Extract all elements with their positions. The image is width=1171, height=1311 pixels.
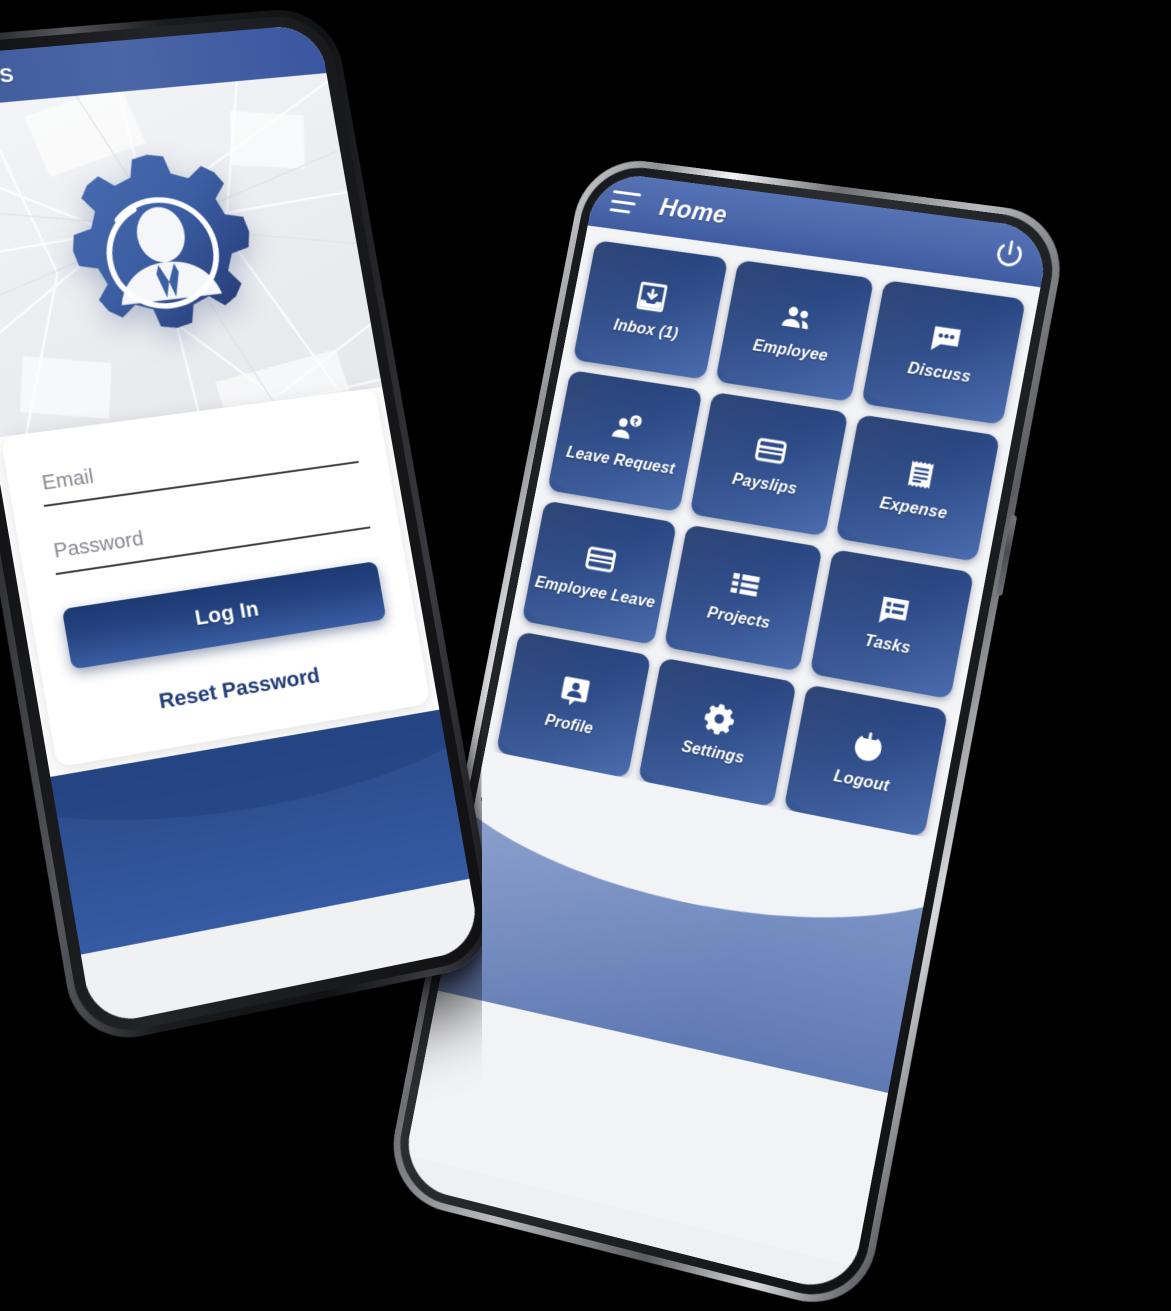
- tile-discuss[interactable]: Discuss: [861, 280, 1026, 425]
- reset-password-link[interactable]: Reset Password: [78, 652, 396, 728]
- tile-label: Leave Request: [565, 443, 677, 478]
- credit-card-icon: [751, 431, 790, 469]
- gear-icon: [700, 699, 739, 739]
- password-field-wrap: [50, 495, 371, 576]
- tile-expense[interactable]: Expense: [835, 414, 1001, 562]
- mockup-stage: HRMS Email Log In Reset Password Home In…: [0, 0, 1171, 1311]
- tile-label: Expense: [878, 494, 949, 523]
- power-icon: [848, 727, 888, 767]
- people-group-icon: [777, 298, 816, 336]
- tile-label: Inbox (1): [612, 316, 680, 343]
- login-hero: [0, 73, 383, 439]
- tile-leave-request[interactable]: Leave Request: [547, 370, 703, 513]
- tile-label: Tasks: [863, 631, 912, 658]
- tile-employee[interactable]: Employee: [714, 259, 875, 402]
- tile-label: Employee Leave: [533, 573, 657, 612]
- credit-card-icon: [582, 540, 620, 578]
- tile-inbox[interactable]: Inbox (1): [572, 240, 728, 380]
- hamburger-menu-icon[interactable]: [609, 190, 642, 215]
- email-field-wrap: [38, 430, 359, 507]
- receipt-icon: [900, 455, 940, 494]
- page-title: Home: [657, 193, 730, 229]
- tile-label: Employee: [751, 337, 830, 365]
- inbox-download-icon: [633, 278, 671, 315]
- tile-label: Profile: [543, 711, 595, 738]
- tile-label: Discuss: [906, 359, 973, 386]
- tile-label: Settings: [680, 738, 746, 767]
- login-phone: HRMS Email Log In Reset Password: [0, 5, 502, 1050]
- gear-person-logo: [33, 137, 294, 381]
- tile-label: Logout: [832, 767, 891, 796]
- home-bottom-area: [405, 990, 889, 1267]
- contact-card-icon: [556, 672, 594, 711]
- chat-bubble-dots-icon: [926, 319, 966, 357]
- tile-label: Projects: [705, 604, 772, 632]
- power-icon[interactable]: [990, 236, 1028, 272]
- tile-logout[interactable]: Logout: [783, 684, 949, 838]
- login-screen: HRMS Email Log In Reset Password: [0, 23, 482, 1027]
- home-phone: Home Inbox (1) Employee Discuss Leave Re…: [382, 153, 1071, 1311]
- password-field[interactable]: [50, 495, 371, 576]
- app-title: HRMS: [0, 64, 16, 92]
- chat-list-icon: [874, 590, 914, 630]
- login-button[interactable]: Log In: [61, 561, 387, 670]
- tile-payslips[interactable]: Payslips: [689, 391, 849, 537]
- gear-person-logo-icon: [57, 145, 265, 339]
- list-blocks-icon: [726, 565, 765, 604]
- email-field[interactable]: [38, 430, 359, 507]
- tile-tasks[interactable]: Tasks: [809, 549, 975, 700]
- tile-label: Payslips: [730, 470, 799, 498]
- tile-employee-leave[interactable]: Employee Leave: [521, 500, 677, 645]
- person-question-icon: [608, 409, 646, 447]
- login-card: Log In Reset Password: [0, 387, 431, 768]
